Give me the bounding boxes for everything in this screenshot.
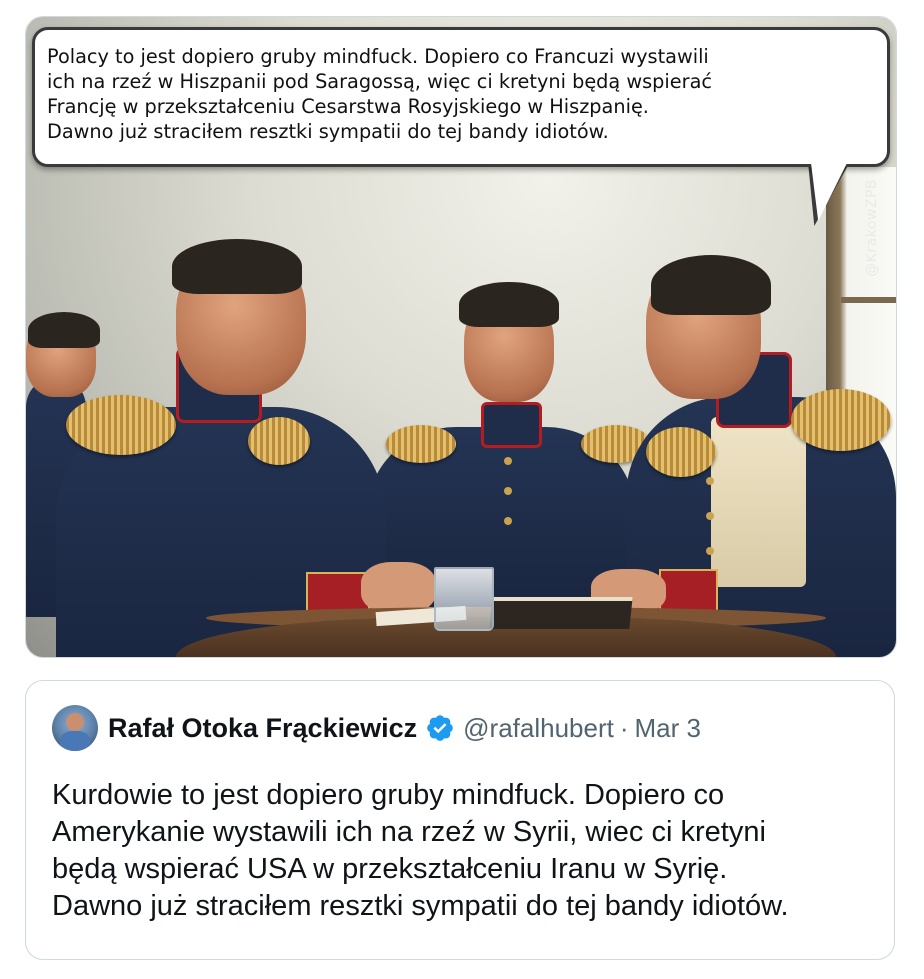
speech-bubble: Polacy to jest dopiero gruby mindfuck. D… xyxy=(32,27,890,167)
meta-separator: · xyxy=(619,712,629,743)
quoted-tweet-card[interactable]: Rafał Otoka Frąckiewicz @rafalhubert · M… xyxy=(25,680,895,960)
image-book xyxy=(489,597,633,629)
author-name[interactable]: Rafał Otoka Frąckiewicz xyxy=(108,713,417,744)
speech-bubble-text: Polacy to jest dopiero gruby mindfuck. D… xyxy=(47,45,712,143)
tweet-date[interactable]: Mar 3 xyxy=(635,713,701,744)
verified-badge-icon xyxy=(427,715,453,741)
avatar[interactable] xyxy=(52,705,98,751)
image-watermark: @KrakowZPB xyxy=(864,179,880,277)
author-handle[interactable]: @rafalhubert xyxy=(463,713,614,744)
image-water-glass xyxy=(434,567,494,631)
quoted-tweet-text: Kurdowie to jest dopiero gruby mindfuck.… xyxy=(52,779,789,922)
image-window-bar xyxy=(841,297,896,303)
tweet-image[interactable]: Polacy to jest dopiero gruby mindfuck. D… xyxy=(25,16,897,658)
quoted-tweet-header: Rafał Otoka Frąckiewicz @rafalhubert · M… xyxy=(52,703,868,753)
